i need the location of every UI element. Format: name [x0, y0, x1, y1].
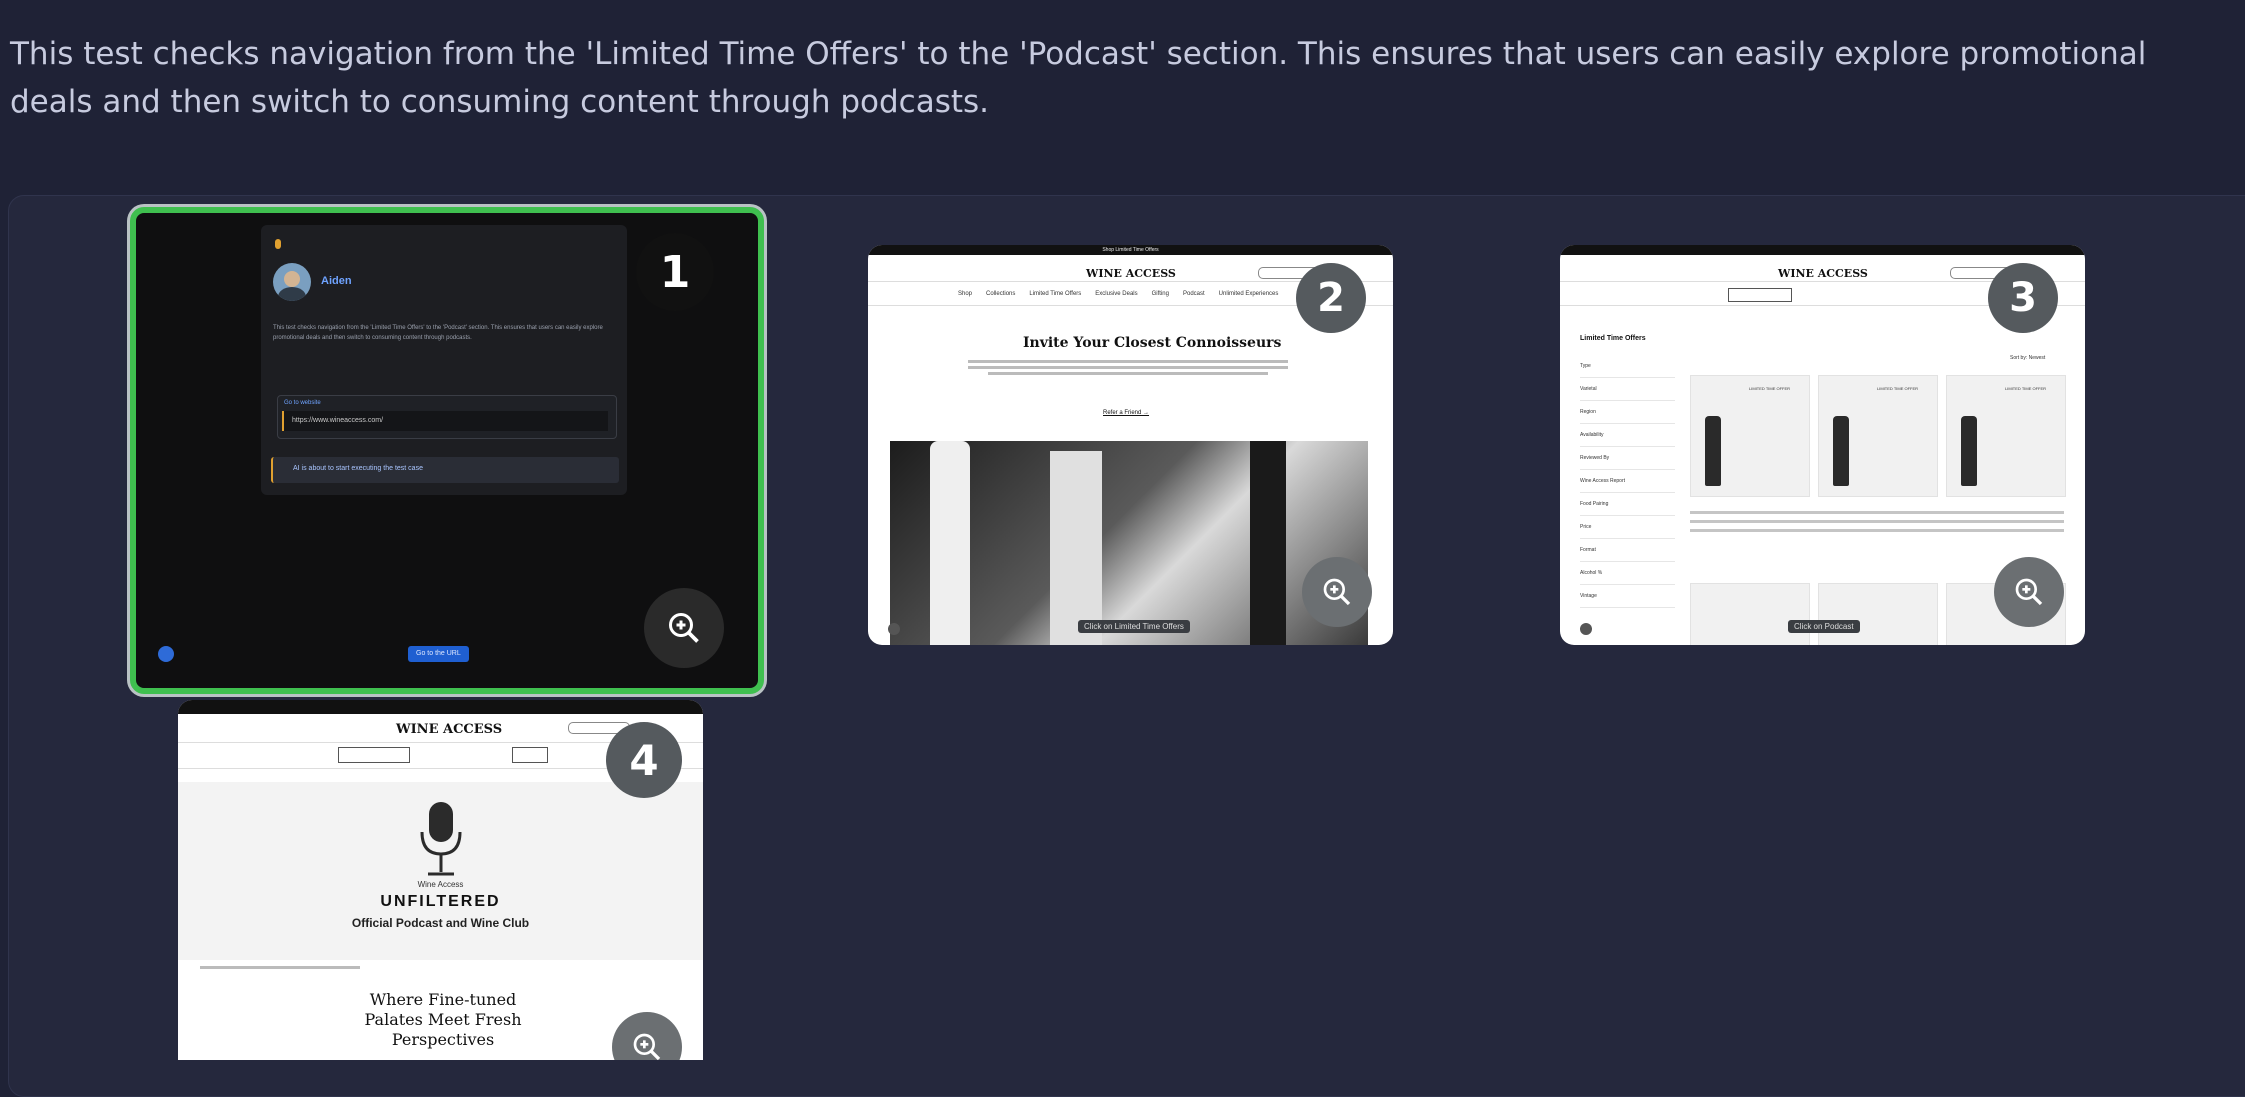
body-text [968, 357, 1288, 378]
filter-item[interactable]: Reviewed By [1580, 447, 1675, 470]
site-brand: WINE ACCESS [1778, 267, 1868, 280]
step-thumbnail-4[interactable]: WINE ACCESS Wine Access UNFILTERED Offic… [178, 700, 703, 1060]
nav-item-exclusive-deals[interactable]: Exclusive Deals [1095, 291, 1137, 297]
step-thumbnail-1[interactable]: Aiden This test checks navigation from t… [130, 207, 764, 694]
step-number-2: 2 [1296, 263, 1366, 333]
card-tag: LIMITED TIME OFFER [1749, 386, 1791, 391]
step-number-3: 3 [1988, 263, 2058, 333]
filter-item[interactable]: Food Pairing [1580, 493, 1675, 516]
chat-message: This test checks navigation from the 'Li… [273, 325, 603, 341]
card-tag: LIMITED TIME OFFER [1877, 386, 1919, 391]
sidebar-title: Limited Time Offers [1580, 335, 1646, 342]
filter-item[interactable]: Availability [1580, 424, 1675, 447]
breadcrumb [200, 966, 360, 969]
refer-friend-link[interactable]: Refer a Friend → [1103, 410, 1149, 416]
podcast-subtitle: Official Podcast and Wine Club [351, 916, 530, 930]
test-description: This test checks navigation from the 'Li… [10, 36, 2147, 120]
zoom-icon[interactable] [1302, 557, 1372, 627]
nav-podcast-active [512, 747, 548, 763]
product-card[interactable] [1818, 583, 1938, 645]
nav-item-gifting[interactable]: Gifting [1152, 291, 1169, 297]
nav-limited-active [1728, 288, 1792, 302]
zoom-icon[interactable] [1994, 557, 2064, 627]
info-icon[interactable] [888, 623, 900, 635]
nav-item-shop[interactable]: Shop [958, 291, 972, 297]
wine-bottle [1050, 451, 1102, 645]
url-label: Go to website [284, 400, 321, 406]
filter-item[interactable]: Wine Access Report [1580, 470, 1675, 493]
status-text: AI is about to start executing the test … [293, 465, 423, 472]
avatar [273, 263, 311, 301]
nav-limited [338, 747, 410, 763]
info-icon[interactable] [158, 646, 174, 662]
product-card[interactable]: LIMITED TIME OFFER [1946, 375, 2066, 497]
podcast-title: UNFILTERED [380, 893, 501, 910]
page-headline: Where Fine-tuned Palates Meet Fresh Pers… [364, 990, 522, 1049]
chat-username: Aiden [321, 275, 352, 287]
zoom-icon[interactable] [644, 588, 724, 668]
url-input[interactable]: https://www.wineaccess.com/ [282, 411, 608, 431]
step-thumbnail-3[interactable]: WINE ACCESS Limited Time Offers Type Var… [1560, 245, 2085, 645]
url-box: Go to website https://www.wineaccess.com… [277, 395, 617, 439]
product-card[interactable]: LIMITED TIME OFFER [1690, 375, 1810, 497]
go-to-url-button[interactable]: Go to the URL [408, 646, 469, 662]
promo-banner: Shop Limited Time Offers [868, 245, 1393, 255]
product-card[interactable] [1690, 583, 1810, 645]
chat-window: Aiden This test checks navigation from t… [261, 225, 627, 495]
filter-item[interactable]: Format [1580, 539, 1675, 562]
hero-image [890, 441, 1368, 645]
filter-item[interactable]: Type [1580, 355, 1675, 378]
status-bar: AI is about to start executing the test … [271, 457, 619, 483]
nav-item-unlimited[interactable]: Unlimited Experiences [1219, 291, 1279, 297]
nav-item-podcast[interactable]: Podcast [1183, 291, 1205, 297]
tooltip: Click on Podcast [1788, 620, 1860, 633]
nav-item-limited-time-offers[interactable]: Limited Time Offers [1029, 291, 1081, 297]
site-brand: WINE ACCESS [396, 722, 503, 737]
step-thumbnail-2[interactable]: Shop Limited Time Offers WINE ACCESS Sho… [868, 245, 1393, 645]
filter-item[interactable]: Price [1580, 516, 1675, 539]
sort-select[interactable]: Sort by: Newest [2010, 355, 2045, 361]
filter-item[interactable]: Varietal [1580, 378, 1675, 401]
nav-item-collections[interactable]: Collections [986, 291, 1015, 297]
step-number-4: 4 [606, 722, 682, 798]
filter-item[interactable]: Alcohol % [1580, 562, 1675, 585]
card-tag: LIMITED TIME OFFER [2005, 386, 2047, 391]
page-headline: Invite Your Closest Connoisseurs [1023, 335, 1282, 351]
card-details [1690, 505, 2064, 538]
wine-bottle [930, 441, 970, 645]
flame-icon [275, 239, 281, 249]
filter-item[interactable]: Region [1580, 401, 1675, 424]
product-card[interactable]: LIMITED TIME OFFER [1818, 375, 1938, 497]
step-number-1: 1 [636, 233, 714, 311]
info-icon[interactable] [1580, 623, 1592, 635]
filter-list: Type Varietal Region Availability Review… [1580, 355, 1675, 608]
tooltip: Click on Limited Time Offers [1078, 620, 1190, 633]
wine-bottle [1250, 441, 1286, 645]
site-brand: WINE ACCESS [1086, 267, 1176, 280]
filter-item[interactable]: Vintage [1580, 585, 1675, 608]
podcast-small-title: Wine Access [417, 880, 464, 889]
microphone-icon [416, 800, 466, 880]
